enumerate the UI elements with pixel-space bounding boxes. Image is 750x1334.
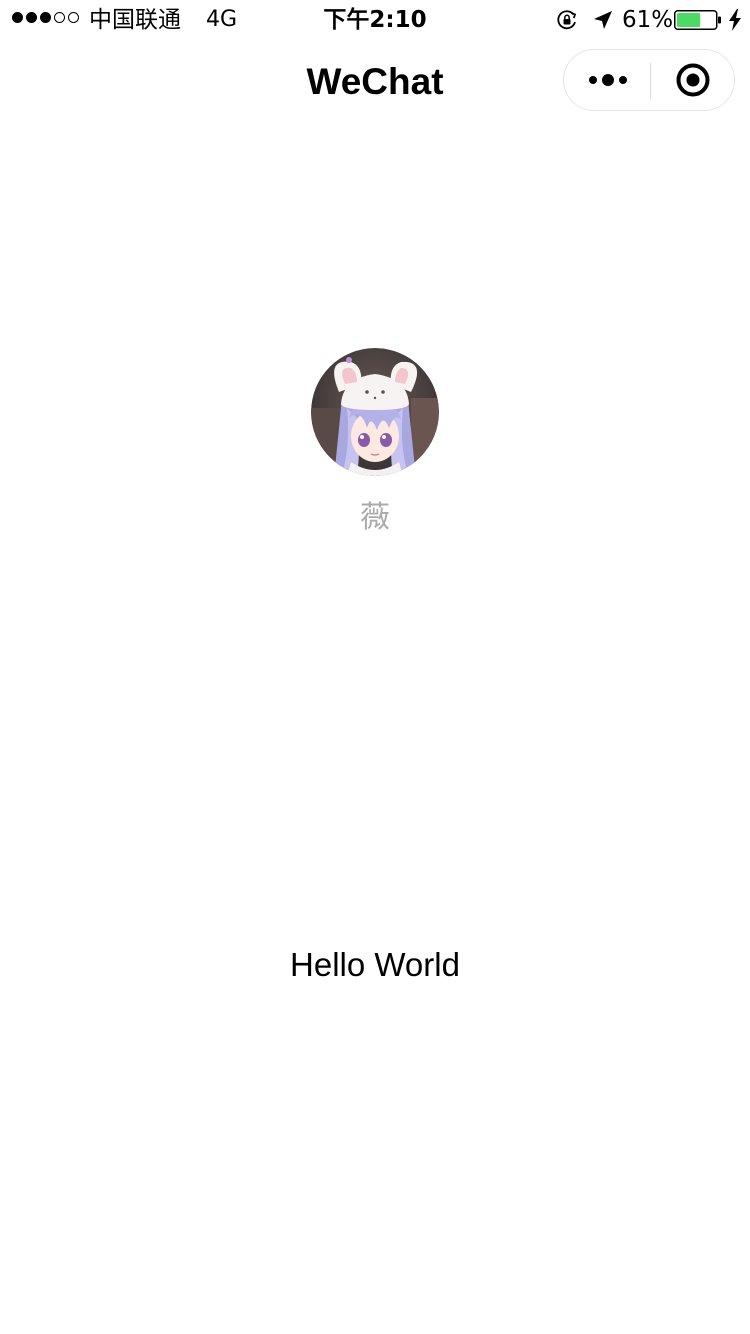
- battery-icon: [674, 10, 721, 30]
- anime-bunny-avatar: [311, 348, 439, 476]
- target-circle-icon: [676, 63, 710, 97]
- more-button[interactable]: [564, 50, 650, 110]
- more-dots-icon: [589, 74, 627, 86]
- charging-bolt-icon: [729, 9, 741, 31]
- location-arrow-icon: [594, 11, 612, 29]
- status-bar: 中国联通 4G 下午2:10 61%: [0, 0, 750, 40]
- mini-program-page: 中国联通 4G 下午2:10 61% WeChat 薇 Hello World: [0, 0, 750, 1334]
- battery-percent: 61%: [622, 7, 674, 33]
- user-nickname: 薇: [360, 500, 390, 535]
- close-miniprogram-button[interactable]: [651, 50, 735, 110]
- orientation-lock-icon: [557, 10, 577, 30]
- avatar[interactable]: [311, 348, 439, 476]
- menu-capsule: [563, 49, 735, 111]
- motto-text: Hello World: [290, 946, 460, 983]
